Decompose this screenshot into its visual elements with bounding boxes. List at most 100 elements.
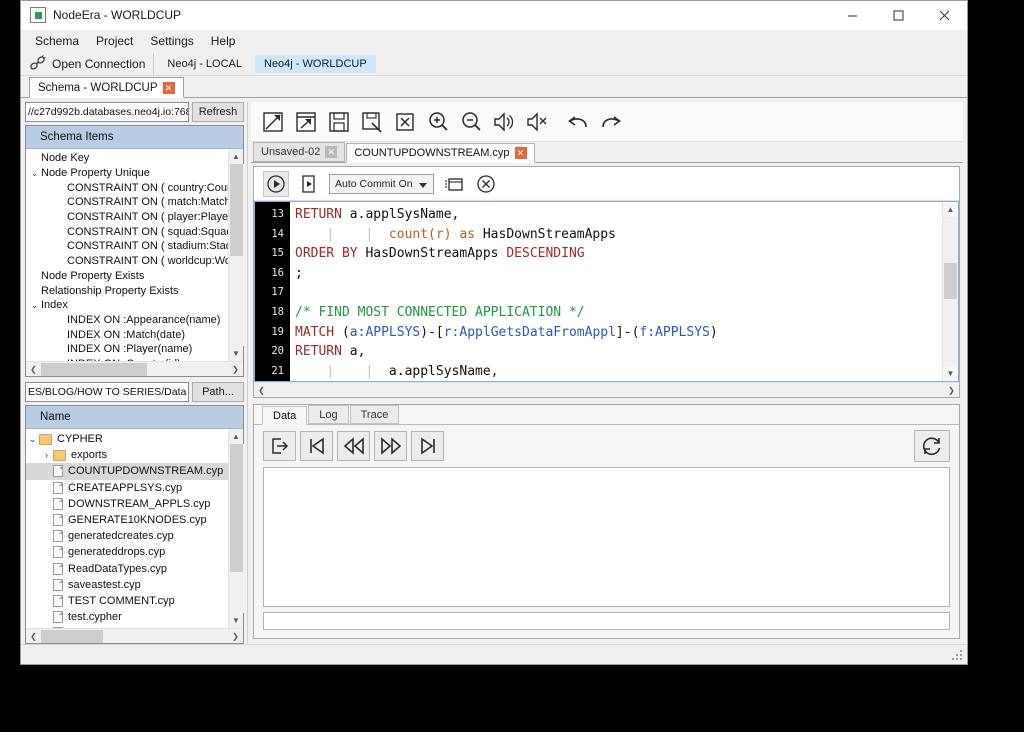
file-tree-file[interactable]: saveastest.cyp xyxy=(26,577,228,593)
code-line[interactable]: MATCH (a:APPLSYS)-[r:ApplGetsDataFromApp… xyxy=(295,323,942,343)
scroll-left-icon[interactable]: ❮ xyxy=(26,362,41,377)
open-connection-button[interactable]: Open Connection xyxy=(27,52,155,75)
code-line[interactable]: /* FIND MOST CONNECTED APPLICATION */ xyxy=(295,303,942,323)
code-line[interactable]: | | count(r) as HasDownStreamApps xyxy=(295,225,942,245)
scroll-left-icon[interactable]: ❮ xyxy=(26,629,41,644)
close-button[interactable] xyxy=(921,1,967,30)
code-line[interactable]: RETURN a, xyxy=(295,342,942,362)
scroll-up-icon[interactable]: ▲ xyxy=(229,149,244,164)
connection-tab-local[interactable]: Neo4j - LOCAL xyxy=(158,55,251,73)
editor-hscrollbar[interactable]: ❮ ❯ xyxy=(254,382,959,397)
code-line[interactable] xyxy=(295,283,942,303)
file-tree-file[interactable]: COUNTUPDOWNSTREAM.cyp xyxy=(26,463,228,480)
close-editor-icon[interactable] xyxy=(389,106,420,137)
sound-off-icon[interactable] xyxy=(521,106,552,137)
close-icon[interactable]: ✕ xyxy=(162,81,175,94)
chevron-right-icon[interactable]: › xyxy=(40,450,53,460)
code-line[interactable]: | | a.applSysName, xyxy=(295,362,942,381)
code-content[interactable]: RETURN a.applSysName, | | count(r) as Ha… xyxy=(290,202,942,381)
schema-items-tree[interactable]: Node Key ⌄ Node Property Unique CONSTRAINT … xyxy=(26,149,228,361)
new-editor-icon[interactable] xyxy=(257,106,288,137)
redo-icon[interactable] xyxy=(595,106,626,137)
prev-page-icon[interactable] xyxy=(337,431,370,461)
results-tab-log[interactable]: Log xyxy=(308,405,349,424)
file-tree-file[interactable]: ReadDataTypes.cyp xyxy=(26,561,228,577)
file-tree-file[interactable]: GENERATE10KNODES.cyp xyxy=(26,512,228,528)
file-tree-hscrollbar[interactable]: ❮ ❯ xyxy=(26,628,243,643)
file-tree-file[interactable]: generateddrops.cyp xyxy=(26,544,228,560)
code-line[interactable]: RETURN a.applSysName, xyxy=(295,205,942,225)
refresh-schema-button[interactable]: Refresh xyxy=(192,102,244,122)
auto-commit-select[interactable]: Auto Commit On xyxy=(329,173,434,194)
scroll-right-icon[interactable]: ❯ xyxy=(228,629,243,644)
results-tab-trace[interactable]: Trace xyxy=(349,405,400,424)
refresh-icon[interactable] xyxy=(914,430,950,462)
scroll-track-h[interactable] xyxy=(269,383,944,398)
schema-tree-item[interactable]: CONSTRAINT ON ( player:Player ) ASS xyxy=(26,210,228,225)
resize-grip[interactable] xyxy=(950,648,964,662)
minimize-button[interactable] xyxy=(829,1,875,30)
last-page-icon[interactable] xyxy=(411,431,444,461)
chevron-down-icon[interactable]: ⌄ xyxy=(28,168,41,179)
scroll-down-icon[interactable]: ▼ xyxy=(943,366,958,381)
schema-tree-item[interactable]: CONSTRAINT ON ( squad:Squad ) ASS xyxy=(26,224,228,239)
scroll-track[interactable] xyxy=(228,444,244,613)
scroll-thumb-h[interactable] xyxy=(41,629,103,643)
run-block-icon[interactable] xyxy=(297,172,321,196)
schema-tree-item[interactable]: INDEX ON :Match(date) xyxy=(26,327,228,342)
save-as-icon[interactable] xyxy=(356,106,387,137)
scroll-down-icon[interactable]: ▼ xyxy=(229,346,244,361)
scroll-track-h[interactable] xyxy=(41,362,228,377)
scroll-down-icon[interactable]: ▼ xyxy=(229,613,244,628)
sound-on-icon[interactable] xyxy=(488,106,519,137)
schema-tree-item[interactable]: INDEX ON :Country(id) xyxy=(26,357,228,361)
scroll-thumb[interactable] xyxy=(229,444,243,572)
file-browser-tree[interactable]: ⌄ CYPHER › exports COUNTUPDOWNSTREAM.cyp CREA… xyxy=(26,429,228,628)
scroll-track[interactable] xyxy=(228,164,244,346)
schema-tree-vscrollbar[interactable]: ▲ ▼ xyxy=(228,149,244,361)
zoom-out-icon[interactable] xyxy=(455,106,486,137)
menu-help[interactable]: Help xyxy=(207,32,245,51)
scroll-left-icon[interactable]: ❮ xyxy=(254,383,269,398)
maximize-button[interactable] xyxy=(875,1,921,30)
schema-tree-item[interactable]: INDEX ON :Player(name) xyxy=(26,342,228,357)
scroll-track-h[interactable] xyxy=(41,629,228,644)
run-query-icon[interactable] xyxy=(263,170,289,197)
schema-tree-item[interactable]: CONSTRAINT ON ( stadium:Stadium ) xyxy=(26,239,228,254)
document-tab-schema-worldcup[interactable]: Schema - WORLDCUP ✕ xyxy=(29,77,184,98)
file-tree-file[interactable]: DOWNSTREAM_APPLS.cyp xyxy=(26,496,228,512)
schema-tree-item[interactable]: CONSTRAINT ON ( worldcup:WorldCu xyxy=(26,254,228,269)
schema-tree-item[interactable]: INDEX ON :Appearance(name) xyxy=(26,313,228,328)
editor-vscrollbar[interactable]: ▲ ▼ xyxy=(942,202,958,381)
close-icon[interactable]: ✕ xyxy=(514,147,527,159)
scroll-up-icon[interactable]: ▲ xyxy=(229,429,244,444)
cypher-tab-countupdownstream[interactable]: COUNTUPDOWNSTREAM.cyp ✕ xyxy=(346,143,535,163)
menu-project[interactable]: Project xyxy=(92,32,142,51)
cypher-tab-unsaved-02[interactable]: Unsaved-02 ✕ xyxy=(253,142,346,162)
scroll-thumb-h[interactable] xyxy=(41,362,147,376)
scroll-track[interactable] xyxy=(943,217,958,366)
results-grid[interactable] xyxy=(263,467,950,607)
connection-url-input[interactable]: //c27d992b.databases.neo4j.io:7687 xyxy=(25,102,189,122)
file-tree-folder[interactable]: ⌄ CYPHER xyxy=(26,431,228,447)
file-tree-folder[interactable]: › exports xyxy=(26,447,228,463)
file-tree-file[interactable]: CREATEAPPLSYS.cyp xyxy=(26,480,228,496)
menu-settings[interactable]: Settings xyxy=(146,32,202,51)
file-tree-file[interactable]: TEST COMMENT.cyp xyxy=(26,593,228,609)
schema-tree-item[interactable]: CONSTRAINT ON ( country:Country ) xyxy=(26,180,228,195)
open-editor-icon[interactable] xyxy=(290,106,321,137)
file-tree-file[interactable]: generatedcreates.cyp xyxy=(26,528,228,544)
file-tree-file[interactable]: test.cypher xyxy=(26,609,228,625)
scroll-thumb[interactable] xyxy=(229,164,243,256)
undo-icon[interactable] xyxy=(562,106,593,137)
scroll-up-icon[interactable]: ▲ xyxy=(943,202,958,217)
scroll-thumb[interactable] xyxy=(944,263,957,299)
file-tree-vscrollbar[interactable]: ▲ ▼ xyxy=(228,429,244,628)
path-browse-button[interactable]: Path... xyxy=(192,382,244,402)
chevron-down-icon[interactable]: ⌄ xyxy=(26,434,39,445)
schema-tree-item[interactable]: Node Property Exists xyxy=(26,269,228,284)
scroll-right-icon[interactable]: ❯ xyxy=(944,383,959,398)
zoom-in-icon[interactable] xyxy=(422,106,453,137)
export-icon[interactable] xyxy=(263,431,296,461)
schema-tree-item[interactable]: ⌄ Node Property Unique xyxy=(26,166,228,181)
